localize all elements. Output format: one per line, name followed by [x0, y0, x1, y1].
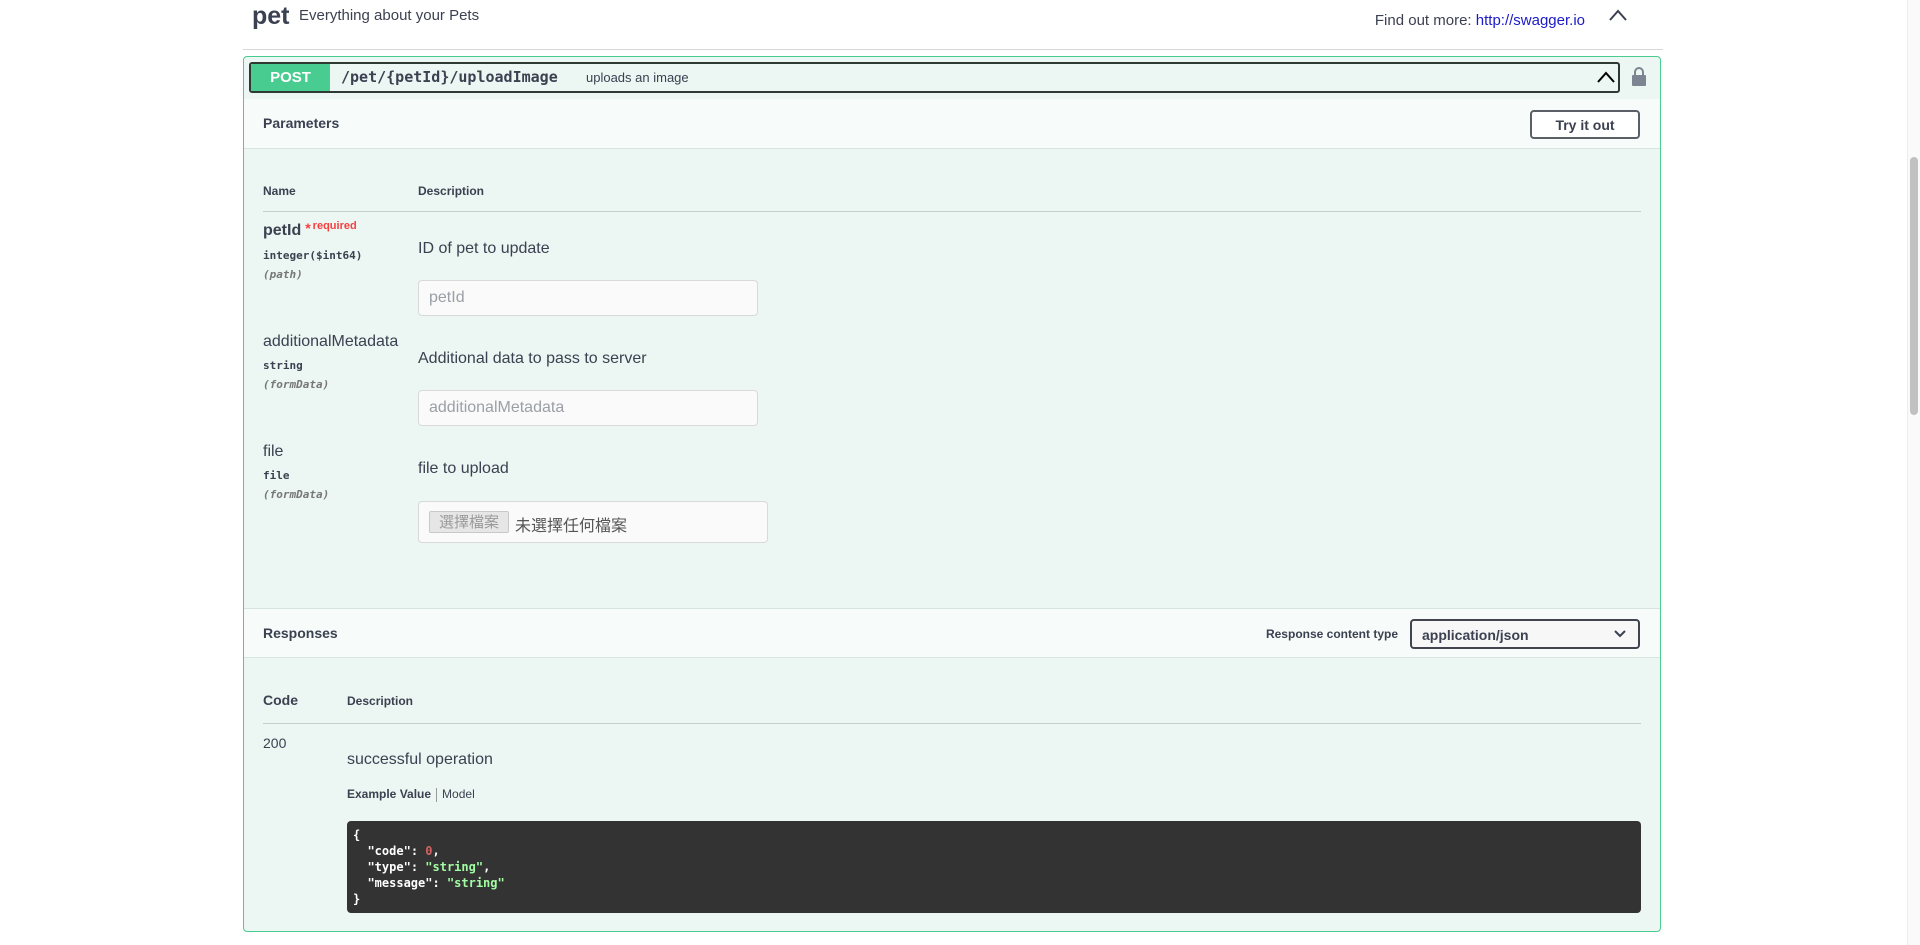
parameter-type: file	[263, 469, 290, 482]
petid-input[interactable]	[418, 280, 758, 316]
find-out-more: Find out more: http://swagger.io	[1375, 12, 1585, 29]
col-code-header: Code	[263, 692, 298, 708]
col-description-header: Description	[418, 184, 485, 198]
operation-path: /pet/{petId}/uploadImage	[341, 68, 558, 86]
try-it-out-button[interactable]: Try it out	[1530, 110, 1640, 139]
opblock-post: POST /pet/{petId}/uploadImage uploads an…	[243, 56, 1661, 932]
operation-summary: uploads an image	[586, 70, 689, 85]
parameter-location: (formData)	[263, 378, 330, 391]
chevron-up-icon[interactable]	[1597, 70, 1615, 84]
chevron-up-icon[interactable]	[1608, 8, 1628, 22]
responses-title: Responses	[263, 625, 338, 641]
parameter-description: file to upload	[418, 460, 509, 477]
chevron-down-icon	[1614, 630, 1626, 638]
content-type-label: Response content type	[1265, 627, 1398, 641]
example-json: { "code": 0, "type": "string", "message"…	[347, 821, 1641, 913]
parameter-type: string	[263, 359, 303, 372]
method-badge: POST	[251, 64, 330, 91]
content-type-value: application/json	[1422, 627, 1529, 643]
response-description: successful operation	[347, 751, 493, 768]
additional-metadata-input[interactable]	[418, 390, 758, 426]
content-type-select[interactable]: application/json	[1410, 619, 1640, 649]
lock-icon[interactable]	[1631, 67, 1647, 87]
swagger-link[interactable]: http://swagger.io	[1476, 12, 1585, 29]
scrollbar[interactable]	[1907, 0, 1920, 945]
required-star: *	[305, 220, 311, 236]
example-tabs: Example Value Model	[347, 787, 475, 802]
operations-container: pet Everything about your Pets Find out …	[243, 0, 1663, 932]
parameter-description: Additional data to pass to server	[418, 350, 647, 367]
parameter-name: file	[263, 443, 284, 460]
divider	[263, 211, 1641, 212]
parameter-location: (path)	[263, 268, 303, 281]
parameter-description: ID of pet to update	[418, 240, 550, 257]
scrollbar-thumb[interactable]	[1910, 157, 1918, 415]
tab-example-value[interactable]: Example Value	[347, 787, 431, 801]
parameter-type: integer($int64)	[263, 249, 363, 262]
col-response-description-header: Description	[347, 694, 414, 708]
parameter-name: petId * required	[263, 220, 357, 239]
parameter-location: (formData)	[263, 488, 330, 501]
tag-header[interactable]: pet Everything about your Pets Find out …	[243, 0, 1663, 50]
divider	[263, 723, 1641, 724]
opblock-summary[interactable]: POST /pet/{petId}/uploadImage uploads an…	[249, 62, 1620, 93]
tab-divider	[436, 787, 438, 802]
find-out-more-label: Find out more:	[1374, 12, 1472, 29]
parameter-name: additionalMetadata	[263, 333, 399, 350]
tag-description: Everything about your Pets	[299, 7, 480, 24]
responses-header: Responses Response content type applicat…	[244, 608, 1660, 658]
col-name-header: Name	[263, 184, 296, 198]
tab-model[interactable]: Model	[442, 787, 475, 801]
response-code: 200	[263, 735, 287, 751]
choose-file-button[interactable]: 選擇檔案	[429, 511, 509, 533]
file-status: 未選擇任何檔案	[515, 518, 628, 535]
parameters-title: Parameters	[263, 115, 340, 131]
tag-name: pet	[252, 2, 290, 30]
file-input[interactable]: 選擇檔案 未選擇任何檔案	[418, 501, 768, 543]
required-label: required	[312, 220, 357, 232]
parameters-header: Parameters Try it out	[244, 99, 1660, 149]
